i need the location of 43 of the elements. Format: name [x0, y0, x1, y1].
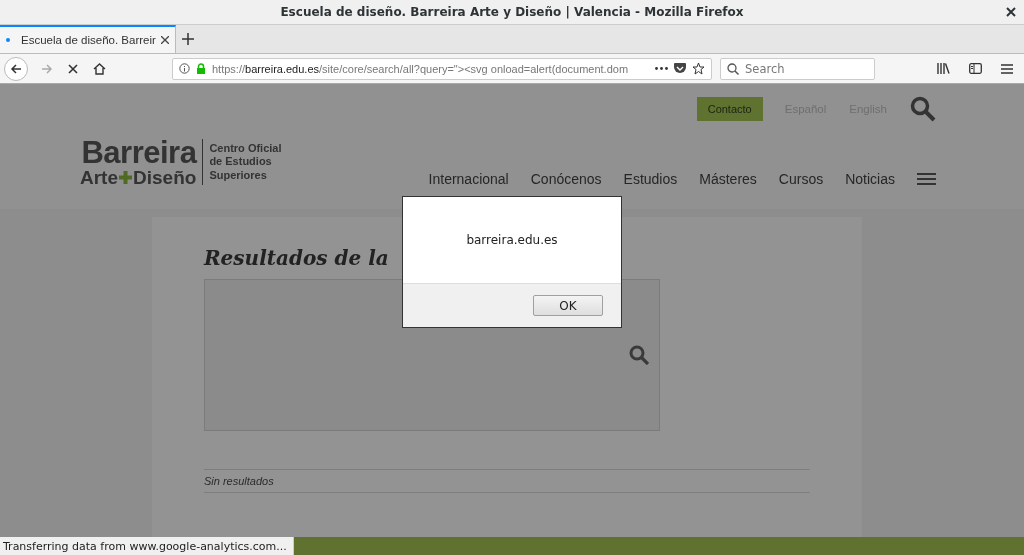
search-icon[interactable]	[910, 96, 936, 122]
page-heading: Resultados de la	[204, 245, 390, 272]
close-icon[interactable]	[160, 36, 169, 44]
nav-link[interactable]: Conócenos	[530, 171, 602, 187]
ok-button[interactable]: OK	[533, 295, 603, 316]
nav-link[interactable]: Másteres	[699, 171, 757, 187]
address-bar[interactable]: https://barreira.edu.es/site/core/search/all?query="><svg onload=alert(document.dom	[172, 57, 712, 80]
search-field[interactable]: Search	[720, 57, 875, 80]
browser-tab[interactable]: Escuela de diseño. Barreir	[0, 25, 176, 53]
logo-subtitle: Arte	[80, 168, 118, 187]
search-icon	[727, 62, 739, 75]
sidebar-icon[interactable]	[968, 63, 982, 74]
home-icon[interactable]	[92, 62, 106, 75]
more-icon[interactable]	[655, 67, 668, 70]
back-arrow-icon	[10, 62, 22, 75]
menu-icon[interactable]	[917, 173, 936, 185]
contact-button[interactable]: Contacto	[696, 97, 763, 121]
close-icon[interactable]	[1006, 7, 1016, 17]
tab-title: Escuela de diseño. Barreir	[21, 34, 156, 46]
plus-icon	[119, 171, 132, 184]
back-button[interactable]	[4, 56, 28, 81]
pocket-icon[interactable]	[674, 63, 686, 74]
library-icon[interactable]	[936, 63, 950, 74]
url-text: https://barreira.edu.es/site/core/search/all?query="><svg onload=alert(document.dom	[212, 62, 630, 75]
status-text: Transferring data from www.google-analytics.com...	[3, 539, 287, 553]
nav-link[interactable]: Estudios	[623, 171, 678, 187]
no-results-text: Sin resultados	[204, 475, 274, 487]
alert-message: barreira.edu.es	[466, 233, 558, 247]
nav-link[interactable]: Cursos	[778, 171, 824, 187]
search-icon[interactable]	[629, 345, 649, 365]
star-icon[interactable]	[692, 62, 705, 75]
stop-icon[interactable]	[68, 63, 78, 74]
menu-icon[interactable]	[1001, 63, 1013, 74]
logo-title: Barreira	[81, 137, 197, 168]
logo-tagline: Centro Oficial de Estudios Superiores	[209, 142, 283, 182]
info-icon[interactable]	[179, 63, 190, 74]
nav-link[interactable]: Noticias	[845, 171, 895, 187]
new-tab-icon[interactable]	[181, 33, 194, 45]
search-placeholder: Search	[745, 61, 785, 76]
nav-link[interactable]: Internacional	[428, 171, 509, 187]
window-title: Escuela de diseño. Barreira Arte y Diseño | Valencia - Mozilla Firefox	[280, 5, 744, 19]
logo-subtitle: Diseño	[133, 168, 197, 187]
lock-icon	[196, 63, 206, 74]
